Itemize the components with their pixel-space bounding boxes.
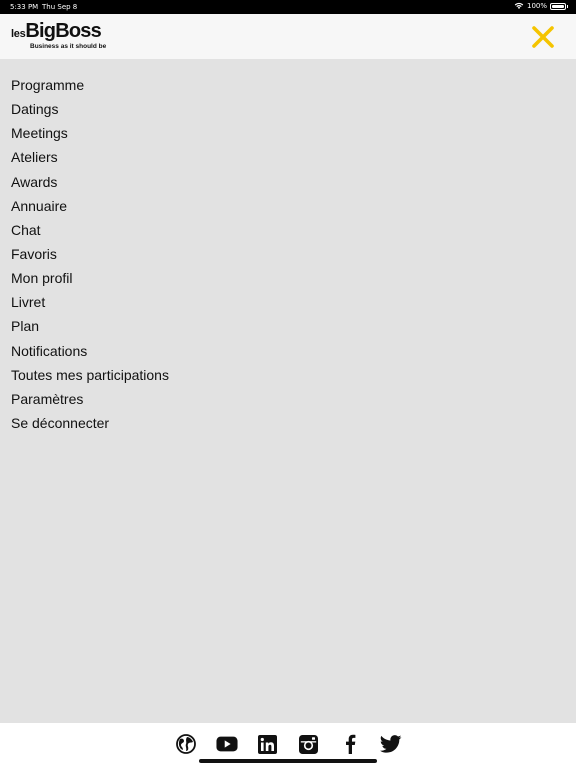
instagram-icon	[299, 734, 318, 754]
menu-item-mon-profil[interactable]: Mon profil	[11, 266, 169, 290]
menu-item-livret[interactable]: Livret	[11, 290, 169, 314]
logo-les: les	[11, 28, 26, 40]
youtube-link[interactable]	[215, 733, 238, 755]
linkedin-link[interactable]	[257, 733, 279, 755]
menu-item-meetings[interactable]: Meetings	[11, 121, 169, 145]
menu-item-chat[interactable]: Chat	[11, 218, 169, 242]
close-button[interactable]	[530, 24, 556, 50]
menu-item-datings[interactable]: Datings	[11, 97, 169, 121]
menu-item-parametres[interactable]: Paramètres	[11, 387, 169, 411]
menu-item-annuaire[interactable]: Annuaire	[11, 194, 169, 218]
home-indicator[interactable]	[199, 759, 377, 763]
logo-tagline: Business as it should be	[30, 43, 107, 50]
menu-item-notifications[interactable]: Notifications	[11, 339, 169, 363]
status-bar: 5:33 PM Thu Sep 8 100%	[0, 0, 576, 14]
close-icon	[532, 26, 554, 48]
menu-item-plan[interactable]: Plan	[11, 314, 169, 338]
website-link[interactable]	[175, 733, 197, 755]
menu-item-awards[interactable]: Awards	[11, 170, 169, 194]
logo-bigboss: BigBoss	[25, 20, 101, 42]
instagram-link[interactable]	[298, 733, 320, 755]
twitter-icon	[379, 735, 401, 753]
wifi-icon	[514, 2, 524, 9]
facebook-icon	[345, 734, 355, 754]
battery-icon	[550, 2, 566, 10]
logo-wordmark: lesBigBoss	[11, 20, 102, 43]
menu-item-programme[interactable]: Programme	[11, 73, 169, 97]
status-time: 5:33 PM	[10, 3, 39, 11]
status-indicators: 100%	[514, 2, 568, 10]
menu-item-participations[interactable]: Toutes mes participations	[11, 363, 169, 387]
header: lesBigBoss Business as it should be	[0, 14, 576, 59]
main-menu: Programme Datings Meetings Ateliers Awar…	[11, 73, 169, 435]
linkedin-icon	[258, 734, 277, 754]
app-screen: 5:33 PM Thu Sep 8 100% lesBigBoss Busine…	[0, 0, 576, 768]
menu-item-logout[interactable]: Se déconnecter	[11, 411, 169, 435]
status-date: Thu Sep 8	[42, 3, 78, 11]
twitter-link[interactable]	[379, 733, 402, 755]
youtube-icon	[215, 736, 238, 752]
menu-item-favoris[interactable]: Favoris	[11, 242, 169, 266]
battery-tip	[567, 4, 568, 8]
globe-icon	[175, 734, 196, 754]
battery-percentage: 100%	[526, 2, 547, 10]
menu-item-ateliers[interactable]: Ateliers	[11, 145, 169, 169]
social-links	[0, 733, 576, 755]
facebook-link[interactable]	[339, 733, 361, 755]
